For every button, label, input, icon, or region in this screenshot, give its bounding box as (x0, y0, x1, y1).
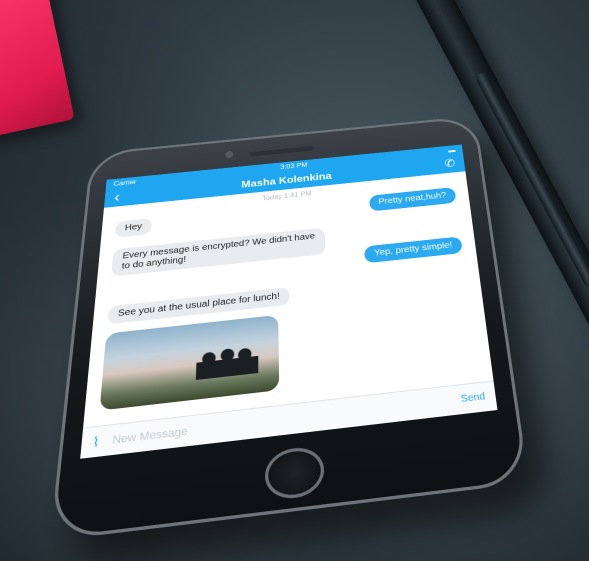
send-button[interactable]: Send (460, 391, 486, 405)
message-bubble: Every message is encrypted? We didn't ha… (111, 227, 326, 277)
people-silhouettes (195, 344, 259, 381)
phone-icon[interactable]: ✆ (444, 156, 456, 170)
chevron-left-icon[interactable]: ‹ (114, 189, 121, 205)
chat-title: Masha Kolenkina (241, 170, 332, 191)
photo-attachment[interactable] (99, 314, 280, 411)
phone-screen: Carrier 3:03 PM ▬ ‹ Masha Kolenkina ✆ To… (80, 144, 498, 459)
message-bubble: Pretty neat,huh? (368, 187, 457, 212)
message-bubble: Hey (114, 217, 152, 238)
battery-icon: ▬ (447, 146, 456, 154)
message-bubble: Yep, pretty simple! (363, 236, 463, 264)
paperclip-icon[interactable]: ⌇ (92, 433, 100, 450)
phone: Carrier 3:03 PM ▬ ‹ Masha Kolenkina ✆ To… (49, 115, 530, 542)
